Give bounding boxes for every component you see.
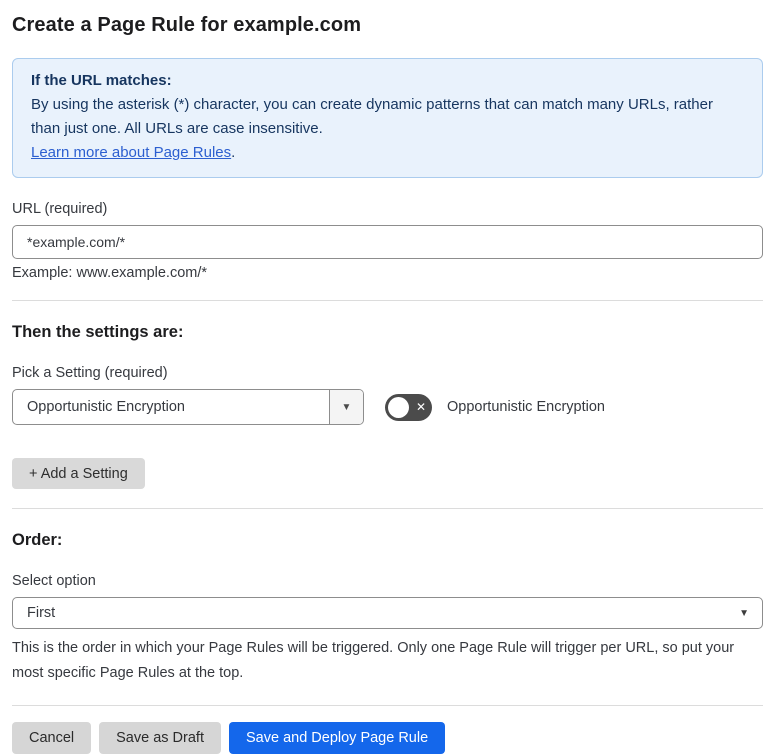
save-as-draft-button[interactable]: Save as Draft bbox=[99, 722, 221, 754]
page-title: Create a Page Rule for example.com bbox=[12, 14, 362, 36]
caret-down-icon: ▼ bbox=[739, 607, 749, 619]
cancel-button[interactable]: Cancel bbox=[12, 722, 92, 754]
section-divider bbox=[12, 300, 763, 301]
setting-select-value: Opportunistic Encryption bbox=[27, 399, 185, 415]
footer-actions: Cancel Save as Draft Save and Deploy Pag… bbox=[12, 722, 763, 754]
info-box-link-line: Learn more about Page Rules. bbox=[31, 141, 744, 165]
page-rule-form: Create a Page Rule for example.com If th… bbox=[0, 0, 775, 754]
add-setting-button[interactable]: + Add a Setting bbox=[12, 458, 145, 489]
order-select-label: Select option bbox=[12, 573, 96, 589]
url-matches-info-box: If the URL matches: By using the asteris… bbox=[12, 58, 763, 178]
save-and-deploy-button[interactable]: Save and Deploy Page Rule bbox=[228, 722, 446, 754]
order-section-heading: Order: bbox=[12, 531, 63, 549]
section-divider bbox=[12, 508, 763, 509]
footer-divider bbox=[12, 705, 763, 706]
toggle-knob bbox=[388, 396, 409, 418]
link-suffix: . bbox=[231, 144, 236, 161]
setting-select[interactable]: Opportunistic Encryption ▼ bbox=[12, 389, 364, 425]
setting-select-arrow-box[interactable]: ▼ bbox=[329, 390, 363, 424]
toggle-label: Opportunistic Encryption bbox=[447, 399, 605, 415]
order-select[interactable]: First ▼ bbox=[12, 597, 763, 629]
settings-section-heading: Then the settings are: bbox=[12, 323, 184, 341]
url-input[interactable] bbox=[12, 225, 763, 259]
learn-more-link[interactable]: Learn more about Page Rules bbox=[31, 144, 231, 161]
setting-row: Opportunistic Encryption ▼ ✕ Opportunist… bbox=[12, 389, 763, 425]
caret-down-icon: ▼ bbox=[341, 401, 352, 413]
url-example-helper: Example: www.example.com/* bbox=[12, 265, 208, 281]
info-box-body: By using the asterisk (*) character, you… bbox=[31, 96, 713, 137]
order-helper-text: This is the order in which your Page Rul… bbox=[12, 640, 735, 681]
opportunistic-encryption-toggle[interactable]: ✕ bbox=[385, 393, 432, 421]
order-select-value: First bbox=[27, 605, 56, 621]
url-field-label: URL (required) bbox=[12, 201, 108, 217]
pick-setting-label: Pick a Setting (required) bbox=[12, 365, 168, 381]
info-box-heading: If the URL matches: bbox=[31, 72, 172, 89]
toggle-off-x-icon: ✕ bbox=[415, 400, 426, 414]
